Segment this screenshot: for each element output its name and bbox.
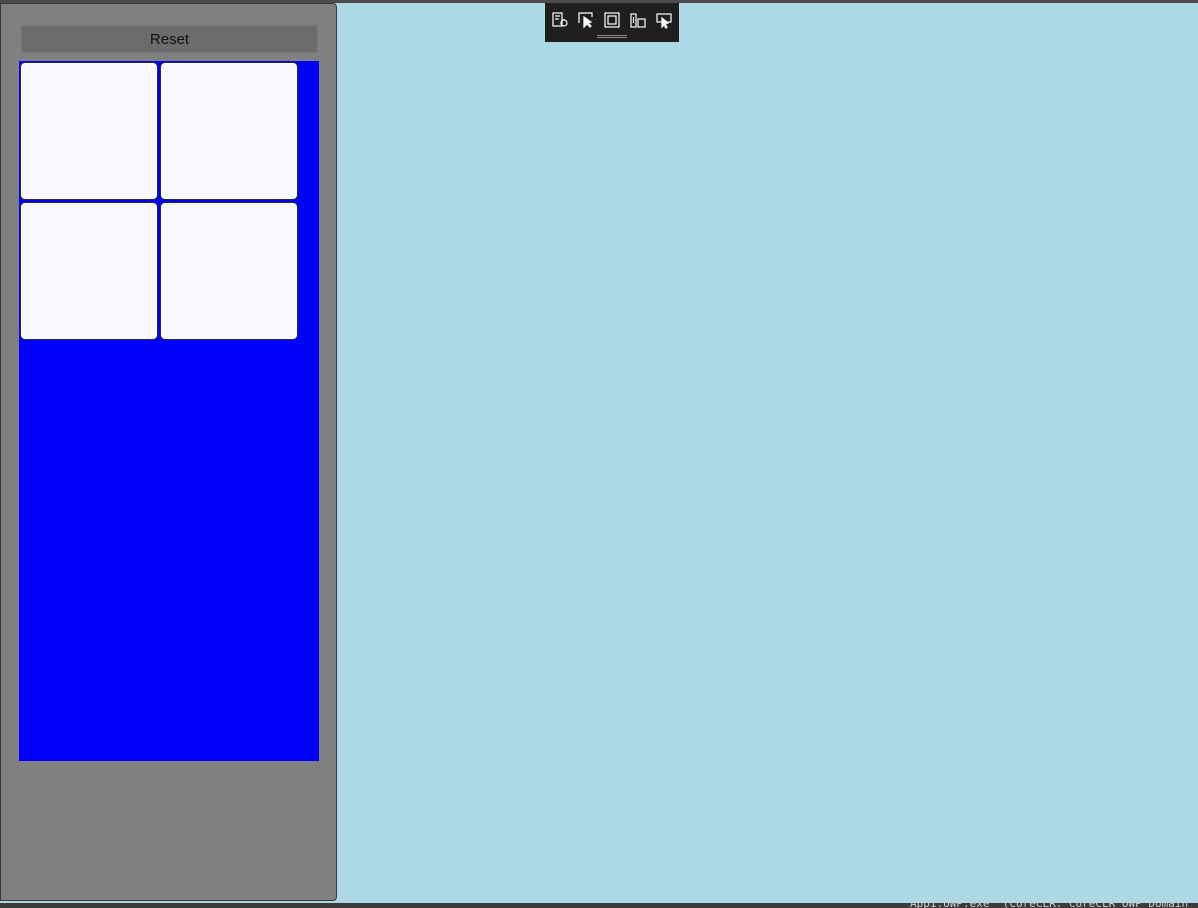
card-3[interactable] <box>20 202 158 340</box>
output-text: App1.UWP.exe' (CoreCLR: CoreCLR_UWP_Doma… <box>910 900 1189 908</box>
track-focus-icon[interactable] <box>627 9 649 31</box>
display-layout-adorners-icon[interactable] <box>601 9 623 31</box>
debug-toolbar <box>545 3 679 42</box>
card-area <box>19 61 319 761</box>
toolbar-grip[interactable] <box>597 35 627 38</box>
hot-reload-icon[interactable] <box>653 9 675 31</box>
card-4[interactable] <box>160 202 298 340</box>
live-visual-tree-icon[interactable] <box>549 9 571 31</box>
card-1[interactable] <box>20 62 158 200</box>
side-panel: Reset <box>0 3 337 901</box>
card-2[interactable] <box>160 62 298 200</box>
reset-button[interactable]: Reset <box>21 25 318 53</box>
select-element-icon[interactable] <box>575 9 597 31</box>
